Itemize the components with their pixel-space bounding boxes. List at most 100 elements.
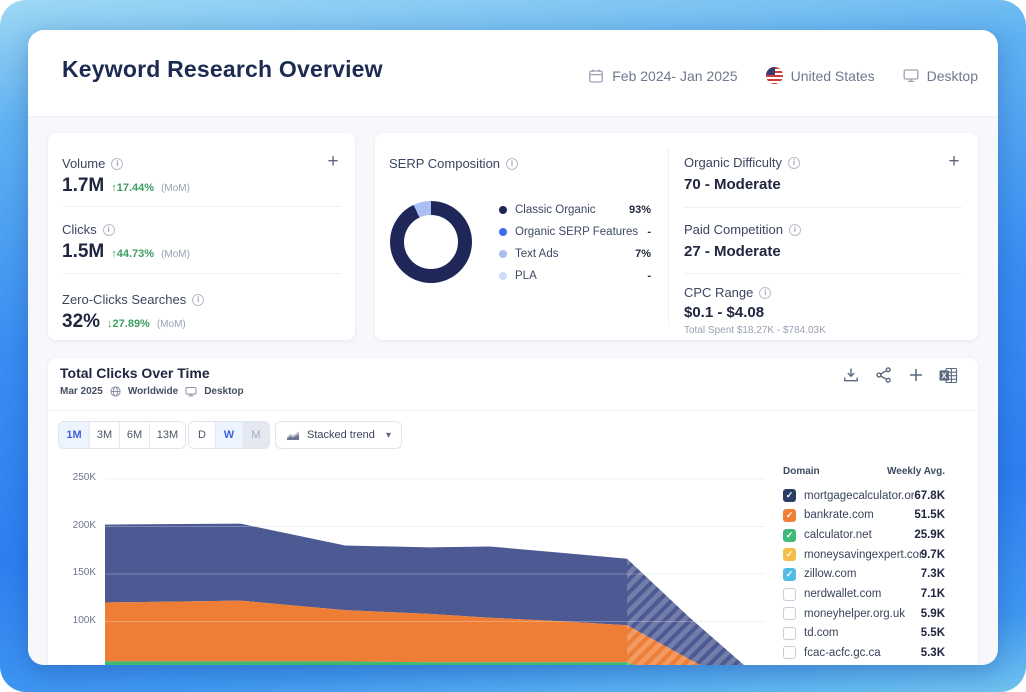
legend-label: Organic SERP Features <box>515 226 647 238</box>
chart-type-dropdown[interactable]: Stacked trend ▾ <box>275 421 402 449</box>
legend-item: Organic SERP Features- <box>499 221 651 243</box>
y-tick: 250K <box>52 472 96 483</box>
kpi-card: Volumei 1.7M↑17.44%(MoM) Clicksi 1.5M↑44… <box>48 133 355 340</box>
granularity-week-button[interactable]: W <box>215 422 242 448</box>
device-label: Desktop <box>927 68 978 84</box>
table-row[interactable]: fcac-acfc.gc.ca5.3K <box>783 643 945 663</box>
paid-competition-label: Paid Competition <box>684 222 783 237</box>
country-selector[interactable]: United States <box>766 67 875 84</box>
weekly-avg-value: 25.9K <box>914 529 945 541</box>
table-row[interactable]: ✓calculator.net25.9K <box>783 525 945 545</box>
y-tick: 150K <box>52 567 96 578</box>
domain-name: nerdwallet.com <box>804 588 921 600</box>
stacked-area-chart[interactable] <box>105 470 785 665</box>
add-to-list-button[interactable]: + <box>323 151 343 171</box>
info-icon[interactable]: i <box>192 294 204 306</box>
serp-composition-title: SERP Composition <box>389 156 500 171</box>
legend-item: Classic Organic93% <box>499 199 651 221</box>
zero-clicks-value: 32% <box>62 311 100 333</box>
weekly-avg-value: 7.3K <box>921 568 945 580</box>
weekly-avg-value: 51.5K <box>914 509 945 521</box>
us-flag-icon <box>766 67 783 84</box>
range-3m-button[interactable]: 3M <box>89 422 119 448</box>
trend-device: Desktop <box>204 386 243 397</box>
chart-type-label: Stacked trend <box>307 429 379 441</box>
table-row[interactable]: ✓moneysavingexpert.com9.7K <box>783 545 945 565</box>
range-1m-button[interactable]: 1M <box>59 422 89 448</box>
trend-toolbar: X <box>842 366 958 384</box>
legend-label: Classic Organic <box>515 204 629 216</box>
domain-checkbox[interactable]: ✓ <box>783 509 796 522</box>
paid-competition-value: 27 - Moderate <box>684 243 781 260</box>
table-row[interactable]: ✓zillow.com7.3K <box>783 565 945 585</box>
domain-checkbox[interactable]: ✓ <box>783 529 796 542</box>
pla-dot <box>499 272 507 280</box>
total-spent-note: Total Spent $18.27K - $784.03K <box>684 325 826 336</box>
domain-checkbox[interactable]: ✓ <box>783 548 796 561</box>
share-icon <box>875 366 893 384</box>
export-excel-button[interactable]: X <box>939 367 958 384</box>
clicks-value: 1.5M <box>62 241 104 263</box>
granularity-month-button[interactable]: M <box>242 422 269 448</box>
zero-clicks-label: Zero-Clicks Searches <box>62 292 186 307</box>
info-icon[interactable]: i <box>111 158 123 170</box>
info-icon[interactable]: i <box>103 224 115 236</box>
table-row[interactable]: nerdwallet.com7.1K <box>783 584 945 604</box>
clicks-label: Clicks <box>62 222 97 237</box>
granularity-button-group: D W M <box>188 421 270 449</box>
domain-checkbox[interactable] <box>783 588 796 601</box>
date-range-selector[interactable]: Feb 2024- Jan 2025 <box>588 68 737 84</box>
organic-difficulty-label: Organic Difficulty <box>684 155 782 170</box>
weekly-avg-column-header: Weekly Avg. <box>887 466 945 477</box>
share-button[interactable] <box>875 366 893 384</box>
info-icon[interactable]: i <box>506 158 518 170</box>
info-icon[interactable]: i <box>759 287 771 299</box>
download-button[interactable] <box>842 366 860 384</box>
country-label: United States <box>791 68 875 84</box>
weekly-avg-value: 5.3K <box>921 647 945 659</box>
classic-organic-dot <box>499 206 507 214</box>
serp-donut-chart[interactable] <box>390 201 472 283</box>
legend-value: - <box>647 270 651 282</box>
table-row[interactable]: td.com5.5K <box>783 623 945 643</box>
domain-name: fcac-acfc.gc.ca <box>804 647 921 659</box>
stacked-trend-icon <box>286 429 300 441</box>
legend-value: - <box>647 226 651 238</box>
cpc-range-value: $0.1 - $4.08 <box>684 304 764 321</box>
total-clicks-card: Total Clicks Over Time Mar 2025 Worldwid… <box>48 358 978 665</box>
volume-label: Volume <box>62 156 105 171</box>
table-row[interactable]: ✓bankrate.com51.5K <box>783 506 945 526</box>
divider <box>62 273 341 274</box>
add-chart-button[interactable] <box>908 367 924 383</box>
domain-checkbox[interactable] <box>783 607 796 620</box>
domain-checkbox[interactable]: ✓ <box>783 489 796 502</box>
domain-checkbox[interactable] <box>783 627 796 640</box>
divider <box>684 207 962 208</box>
svg-text:X: X <box>942 371 948 380</box>
domain-table: Domain Weekly Avg. ✓mortgagecalculator.o… <box>783 462 945 663</box>
domain-checkbox[interactable] <box>783 646 796 659</box>
legend-item: PLA- <box>499 265 651 287</box>
add-to-list-button[interactable]: + <box>944 151 964 171</box>
domain-checkbox[interactable]: ✓ <box>783 568 796 581</box>
y-tick: 100K <box>52 615 96 626</box>
domain-column-header: Domain <box>783 466 887 477</box>
info-icon[interactable]: i <box>789 224 801 236</box>
table-row[interactable]: ✓mortgagecalculator.org67.8K <box>783 486 945 506</box>
range-13m-button[interactable]: 13M <box>149 422 185 448</box>
desktop-icon <box>185 386 197 397</box>
info-icon[interactable]: i <box>788 157 800 169</box>
weekly-avg-value: 7.1K <box>921 588 945 600</box>
header-meta: Feb 2024- Jan 2025 United States Desktop <box>588 67 978 84</box>
y-tick: 200K <box>52 520 96 531</box>
legend-value: 7% <box>635 248 651 260</box>
divider <box>684 273 962 274</box>
range-6m-button[interactable]: 6M <box>119 422 149 448</box>
domain-name: td.com <box>804 627 921 639</box>
volume-value: 1.7M <box>62 175 104 197</box>
legend-label: PLA <box>515 270 647 282</box>
table-row[interactable]: moneyhelper.org.uk5.9K <box>783 604 945 624</box>
granularity-day-button[interactable]: D <box>189 422 215 448</box>
device-selector[interactable]: Desktop <box>903 68 978 84</box>
zero-clicks-change: ↓27.89% <box>107 318 150 330</box>
